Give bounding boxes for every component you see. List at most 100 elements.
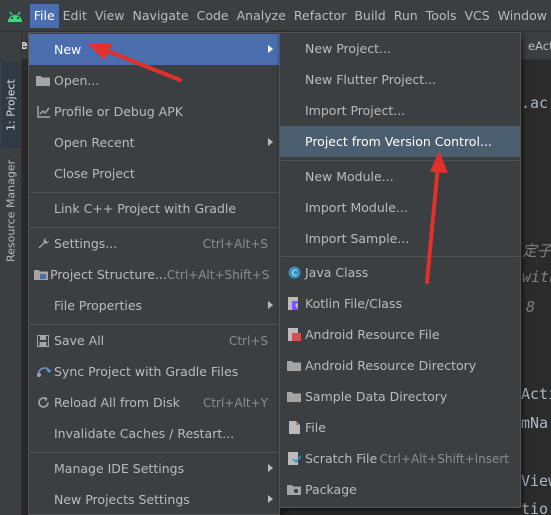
menu-window[interactable]: Window	[494, 4, 551, 28]
menu-item-label: Import Project...	[305, 103, 406, 118]
save-icon	[34, 333, 52, 349]
menu-item-label: Sync Project with Gradle Files	[54, 364, 239, 379]
kotlin-icon	[285, 296, 303, 312]
android-studio-logo-icon	[0, 0, 30, 32]
menu-item-shortcut: Ctrl+Alt+S	[202, 236, 268, 251]
blank-icon	[285, 200, 303, 216]
file-menu-item-sync-gradle[interactable]: Sync Project with Gradle Files	[29, 356, 279, 387]
new-menu-item-java-class[interactable]: C Java Class	[280, 257, 520, 288]
blank-icon	[285, 41, 303, 57]
folder-icon	[285, 358, 303, 374]
blank-icon	[285, 72, 303, 88]
editor-tab-fragment-right[interactable]: eActi	[528, 39, 551, 53]
blank-icon	[34, 135, 52, 151]
menu-item-label: Project Structure...	[50, 267, 167, 282]
code-line: tio	[521, 500, 549, 515]
resource-manager-tab-label: Resource Manager	[4, 159, 18, 263]
sync-icon	[34, 364, 52, 380]
menu-item-label: Android Resource Directory	[305, 358, 477, 373]
svg-text:C: C	[291, 269, 297, 278]
menu-item-label: Project from Version Control...	[305, 134, 492, 149]
menu-navigate[interactable]: Navigate	[129, 4, 193, 28]
new-menu-item-import-module[interactable]: Import Module...	[280, 192, 520, 223]
menu-edit[interactable]: Edit	[59, 4, 91, 28]
java-class-icon: C	[285, 265, 303, 281]
menu-item-label: File	[305, 420, 326, 435]
menu-item-shortcut: Ctrl+Alt+Y	[202, 395, 268, 410]
new-menu-item-android-resource-file[interactable]: Android Resource File	[280, 319, 520, 350]
new-menu-item-new-project[interactable]: New Project...	[280, 33, 520, 64]
new-menu-item-import-sample[interactable]: Import Sample...	[280, 223, 520, 254]
resource-manager-tool-tab[interactable]: Resource Manager	[2, 152, 20, 270]
submenu-arrow-icon	[268, 464, 273, 472]
package-folder-icon	[285, 482, 303, 498]
blank-icon	[34, 461, 52, 477]
menu-vcs[interactable]: VCS	[460, 4, 493, 28]
file-menu-item-file-properties[interactable]: File Properties	[29, 290, 279, 321]
menu-item-label: Scratch File	[305, 451, 378, 466]
file-menu-item-invalidate-caches[interactable]: Invalidate Caches / Restart...	[29, 418, 279, 449]
menu-build[interactable]: Build	[350, 4, 389, 28]
blank-icon	[34, 426, 52, 442]
submenu-arrow-icon	[268, 301, 273, 309]
submenu-arrow-icon	[268, 138, 273, 146]
new-menu-item-kotlin-file[interactable]: Kotlin File/Class	[280, 288, 520, 319]
menu-item-label: Settings...	[54, 236, 118, 251]
file-menu-item-open[interactable]: Open...	[29, 65, 279, 96]
code-line: 8	[526, 298, 536, 316]
new-menu-item-package[interactable]: Package	[280, 474, 520, 505]
file-menu-popup: New Open... Profile or Debug APK Open Re…	[28, 32, 280, 515]
menu-item-label: Manage IDE Settings	[54, 461, 185, 476]
blank-icon	[34, 166, 52, 182]
blank-icon	[285, 169, 303, 185]
menu-analyze[interactable]: Analyze	[233, 4, 290, 28]
file-menu-item-new-projects-settings[interactable]: New Projects Settings	[29, 484, 279, 515]
menu-refactor[interactable]: Refactor	[290, 4, 350, 28]
reload-icon	[34, 395, 52, 411]
new-menu-item-scratch-file[interactable]: Scratch File Ctrl+Alt+Shift+Insert	[280, 443, 520, 474]
file-menu-item-new[interactable]: New	[29, 34, 279, 65]
file-menu-item-project-structure[interactable]: Project Structure... Ctrl+Alt+Shift+S	[29, 259, 279, 290]
new-menu-item-new-flutter-project[interactable]: New Flutter Project...	[280, 64, 520, 95]
menu-item-label: Import Sample...	[305, 231, 410, 246]
file-menu-item-close-project[interactable]: Close Project	[29, 158, 279, 189]
file-menu-item-settings[interactable]: Settings... Ctrl+Alt+S	[29, 228, 279, 259]
file-menu-item-save-all[interactable]: Save All Ctrl+S	[29, 325, 279, 356]
menu-code[interactable]: Code	[193, 4, 233, 28]
new-menu-item-new-module[interactable]: New Module...	[280, 161, 520, 192]
menu-view[interactable]: View	[91, 4, 129, 28]
scratch-file-icon	[285, 451, 303, 467]
menu-run[interactable]: Run	[390, 4, 422, 28]
blank-icon	[285, 134, 303, 150]
project-tool-tab[interactable]: 1: Project	[2, 62, 20, 148]
new-menu-item-import-project[interactable]: Import Project...	[280, 95, 520, 126]
new-menu-item-file[interactable]: File	[280, 412, 520, 443]
blank-icon	[285, 231, 303, 247]
menu-tools[interactable]: Tools	[422, 4, 461, 28]
new-menu-item-sample-data-directory[interactable]: Sample Data Directory	[280, 381, 520, 412]
menu-item-label: Save All	[54, 333, 105, 348]
menu-item-shortcut: Ctrl+S	[228, 333, 268, 348]
file-menu-item-profile-debug-apk[interactable]: Profile or Debug APK	[29, 96, 279, 127]
code-line: with	[522, 268, 551, 286]
wrench-icon	[34, 236, 52, 252]
folder-icon	[34, 73, 52, 89]
code-line: mNa	[521, 414, 549, 432]
menu-item-label: Import Module...	[305, 200, 408, 215]
menu-item-label: New Module...	[305, 169, 394, 184]
menu-item-label: Profile or Debug APK	[54, 104, 183, 119]
file-menu-item-link-cpp-project[interactable]: Link C++ Project with Gradle	[29, 193, 279, 224]
menu-item-shortcut: Ctrl+Alt+Shift+S	[166, 267, 270, 282]
file-menu-item-open-recent[interactable]: Open Recent	[29, 127, 279, 158]
blank-icon	[285, 103, 303, 119]
file-menu-item-manage-ide-settings[interactable]: Manage IDE Settings	[29, 453, 279, 484]
new-menu-item-android-resource-directory[interactable]: Android Resource Directory	[280, 350, 520, 381]
new-menu-item-project-from-vcs[interactable]: Project from Version Control...	[280, 126, 520, 157]
menu-file[interactable]: File	[29, 3, 59, 28]
menu-item-label: New Projects Settings	[54, 492, 190, 507]
android-resource-file-icon	[285, 327, 303, 343]
file-menu-item-reload-all[interactable]: Reload All from Disk Ctrl+Alt+Y	[29, 387, 279, 418]
left-tool-strip: 1: Project Resource Manager	[0, 32, 22, 515]
submenu-arrow-icon	[268, 45, 273, 53]
profile-icon	[34, 104, 52, 120]
